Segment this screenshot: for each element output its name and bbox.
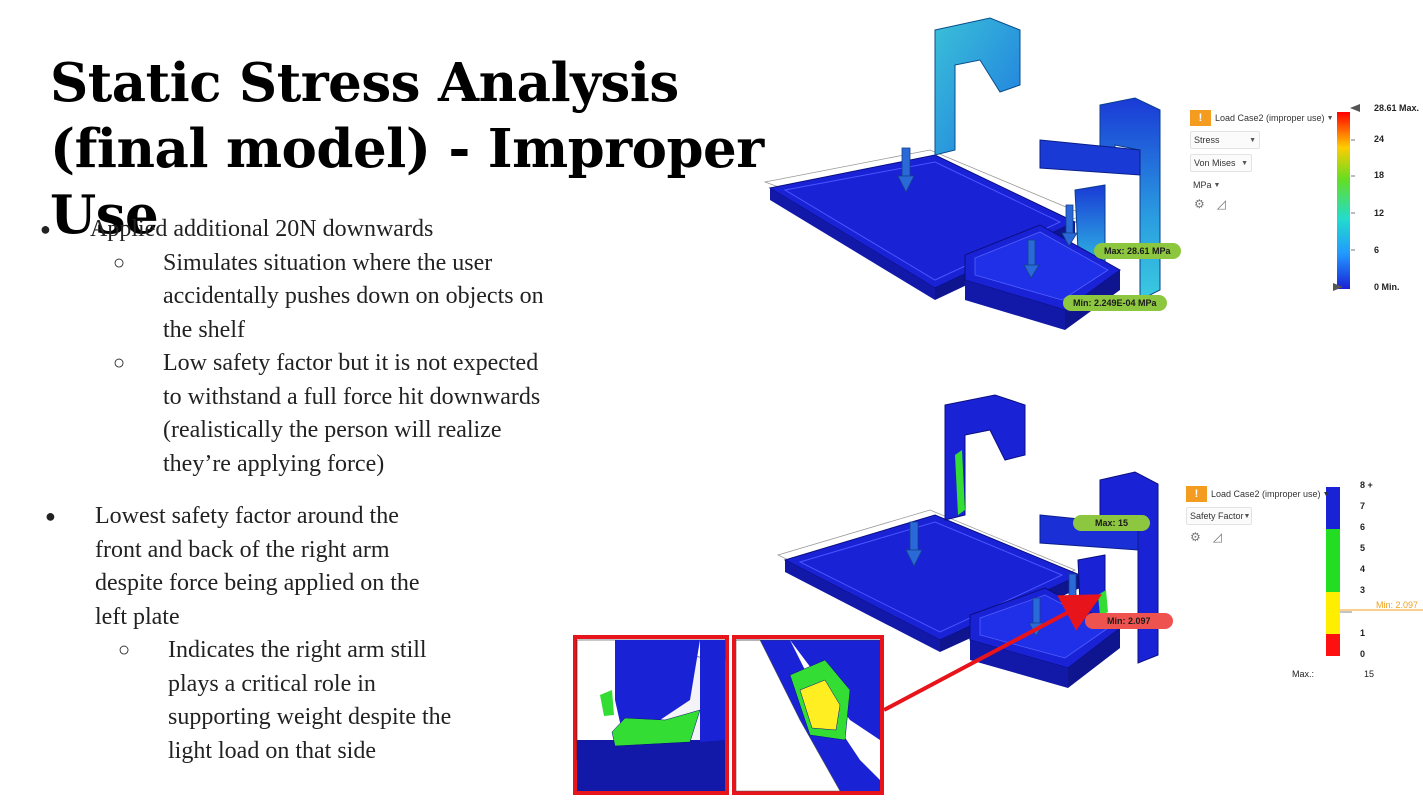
stress-model: [763, 17, 1161, 330]
chevron-down-icon: ▼: [1249, 136, 1256, 144]
unit-value: MPa: [1193, 180, 1212, 190]
result-type-dropdown[interactable]: Safety Factor ▼: [1186, 507, 1252, 525]
legend-max-label: 28.61 Max.: [1374, 103, 1420, 113]
min-stress-tag: Min: 2.249E-04 MPa: [1063, 295, 1167, 311]
legend-tick: 18: [1374, 170, 1385, 180]
legend-max-marker: [1350, 104, 1360, 112]
min-marker-label: Min: 2.097: [1376, 600, 1419, 610]
chevron-down-icon: ▼: [1213, 181, 1221, 189]
legend-tick: 3: [1360, 585, 1366, 595]
result-type-value: Stress: [1194, 135, 1220, 145]
result-type-dropdown[interactable]: Stress ▼: [1190, 131, 1260, 149]
legend-tick: 6: [1360, 522, 1366, 532]
result-type-value: Safety Factor: [1190, 511, 1244, 521]
gear-icon[interactable]: ⚙: [1190, 530, 1201, 544]
chevron-down-icon: ▼: [1322, 490, 1330, 498]
legend-tick: 12: [1374, 208, 1385, 218]
legend-tick: 0: [1360, 649, 1366, 659]
chevron-down-icon: ▼: [1243, 512, 1251, 520]
stress-tick-lines: [1351, 139, 1355, 251]
load-case-selector[interactable]: ! Load Case2 (improper use) ▼: [1186, 486, 1330, 502]
safety-result-panel: ! Load Case2 (improper use) ▼ Safety Fac…: [1186, 486, 1330, 544]
triangle-icon[interactable]: ◿: [1213, 530, 1222, 544]
max-safety-tag: Max: 15: [1073, 515, 1151, 531]
warning-icon: !: [1186, 486, 1207, 502]
legend-tick: 5: [1360, 543, 1366, 553]
max-stress-tag: Max: 28.61 MPa: [1094, 243, 1181, 259]
load-case-label: Load Case2 (improper use): [1215, 113, 1325, 123]
zoom-callout-left: [573, 635, 729, 795]
component-value: Von Mises: [1194, 158, 1236, 168]
legend-tick: 6: [1374, 245, 1380, 255]
zoom-callout-right: [732, 635, 884, 795]
left-arm: [934, 17, 1021, 156]
legend-tick: 24: [1374, 134, 1385, 144]
min-safety-tag: Min: 2.097: [1085, 613, 1173, 629]
stress-result-panel: ! Load Case2 (improper use) ▼ Stress ▼ V…: [1190, 110, 1334, 211]
legend-tick: 8 +: [1360, 480, 1373, 490]
triangle-icon[interactable]: ◿: [1217, 197, 1226, 211]
load-case-selector[interactable]: ! Load Case2 (improper use) ▼: [1190, 110, 1334, 126]
warning-icon: !: [1190, 110, 1211, 126]
component-dropdown[interactable]: Von Mises ▼: [1190, 154, 1252, 172]
max-label: Max.:: [1292, 669, 1315, 679]
chevron-down-icon: ▼: [1241, 159, 1248, 167]
gear-icon[interactable]: ⚙: [1194, 197, 1205, 211]
max-value: 15: [1364, 669, 1375, 679]
stress-colorbar: [1337, 112, 1350, 289]
load-case-label: Load Case2 (improper use): [1211, 489, 1321, 499]
legend-min-label: 0 Min.: [1374, 282, 1400, 292]
legend-tick: 7: [1360, 501, 1366, 511]
legend-tick: 4: [1360, 564, 1366, 574]
unit-dropdown[interactable]: MPa ▼: [1190, 177, 1220, 193]
legend-tick: 1: [1360, 628, 1366, 638]
chevron-down-icon: ▼: [1326, 114, 1334, 122]
